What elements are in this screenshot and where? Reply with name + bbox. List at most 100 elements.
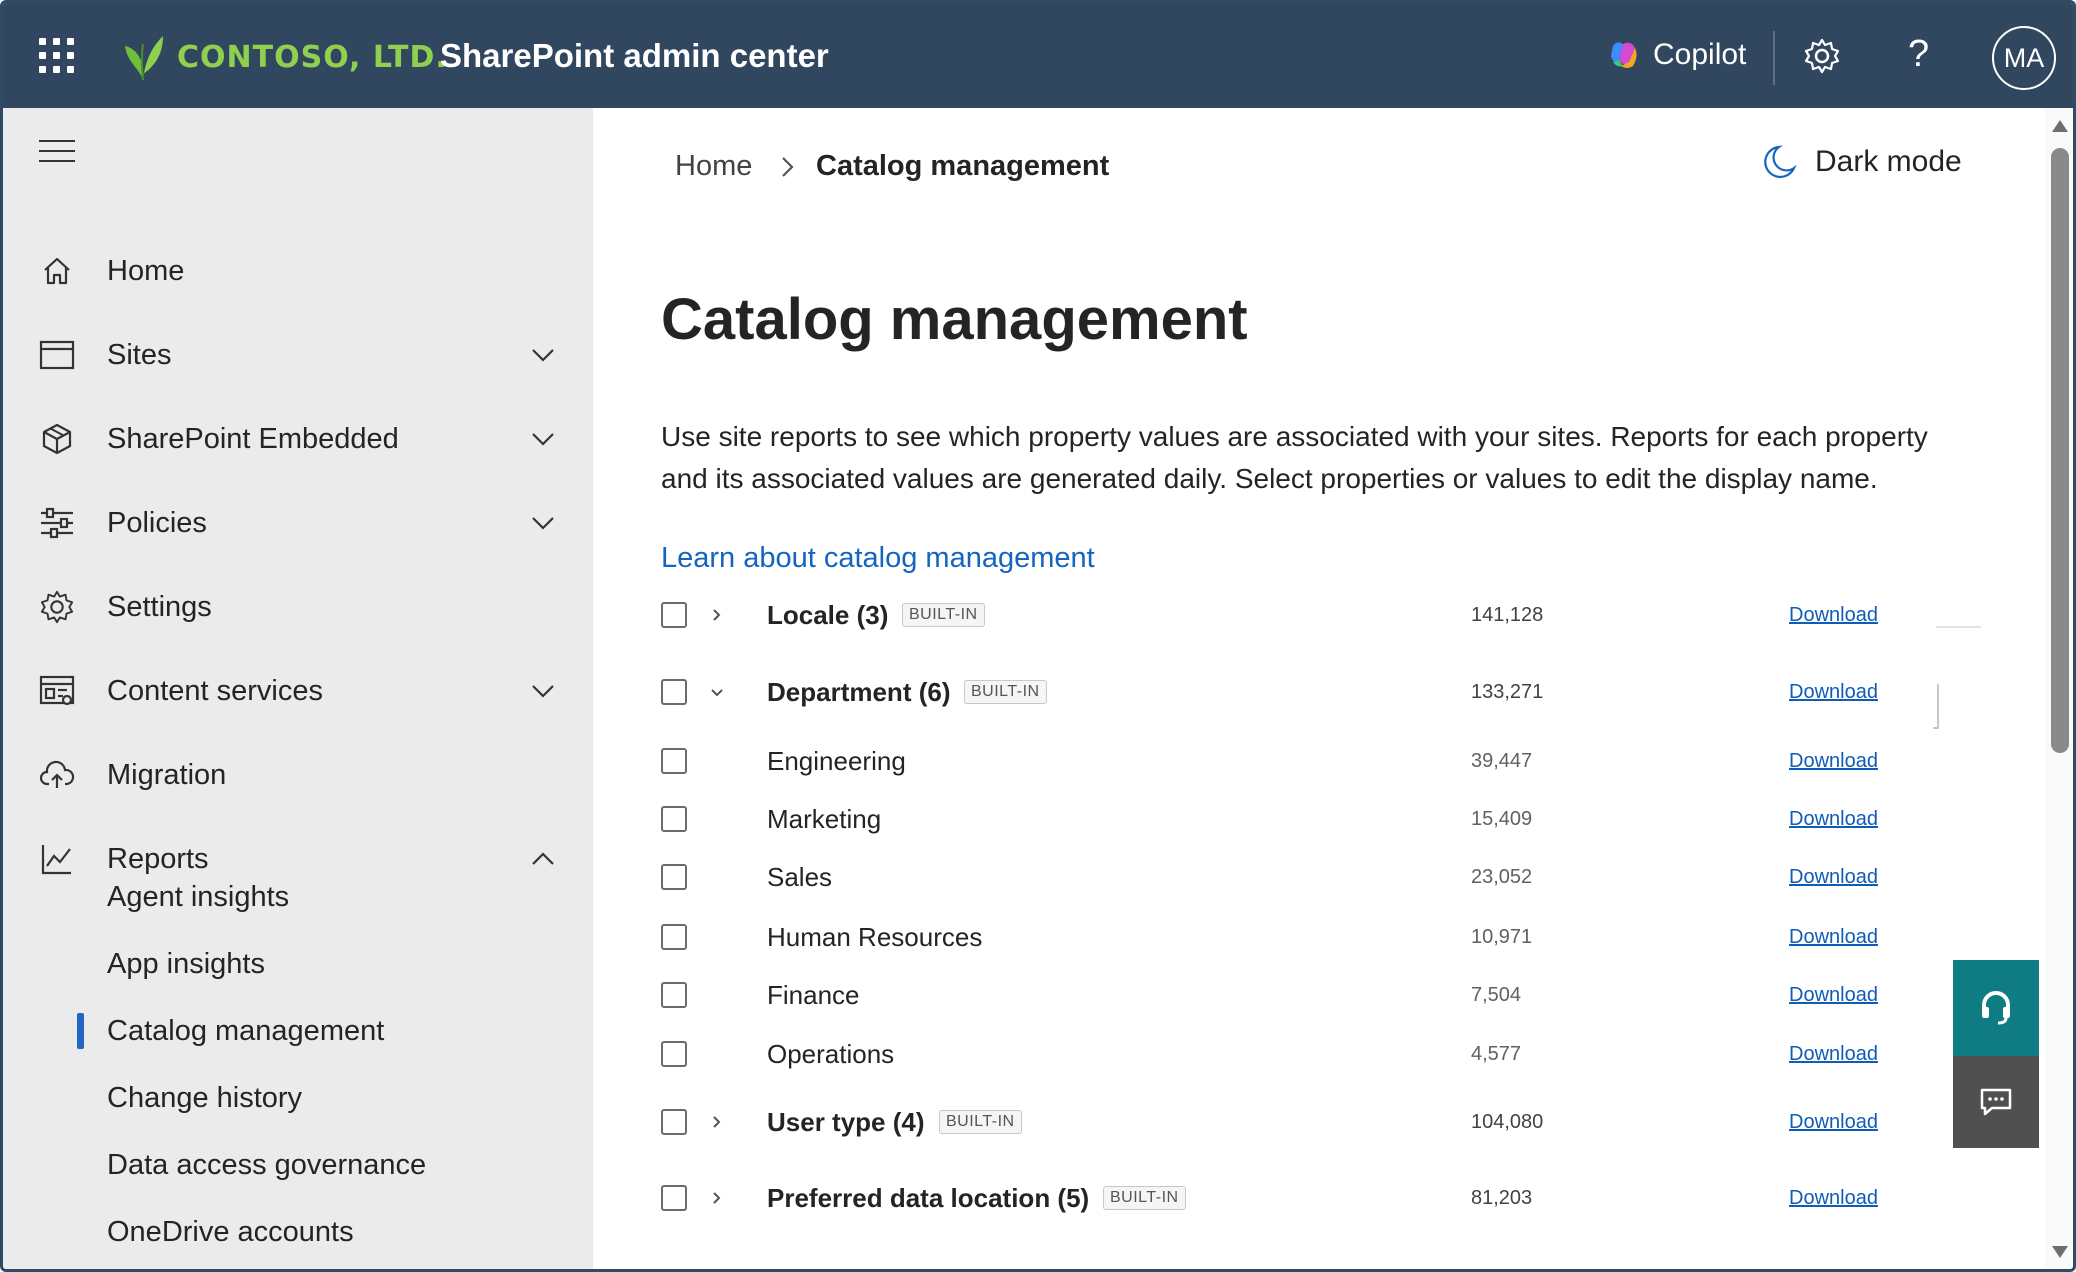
row-checkbox[interactable] [661,864,687,890]
nav-home[interactable]: Home [3,236,593,306]
nav-settings-label: Settings [107,590,212,623]
learn-more-link[interactable]: Learn about catalog management [661,542,1095,575]
chevron-down-icon[interactable] [528,340,558,370]
chevron-down-icon[interactable] [528,676,558,706]
policies-icon [37,503,77,543]
download-link[interactable]: Download [1789,681,1878,704]
row-checkbox[interactable] [661,924,687,950]
chevron-right-icon[interactable] [707,1188,727,1208]
scroll-down-arrow-icon[interactable] [2052,1246,2068,1258]
settings-button[interactable] [1803,37,1841,80]
row-checkbox[interactable] [661,1041,687,1067]
row-checkbox[interactable] [661,1109,687,1135]
download-link[interactable]: Download [1789,808,1878,831]
nav-data-access-governance[interactable]: Data access governance [107,1149,426,1182]
site-count: 4,577 [1471,1043,1522,1065]
nav-migration[interactable]: Migration [3,740,593,810]
value-row[interactable]: Finance 7,504 Download [593,970,2045,1020]
cube-icon [37,419,77,459]
row-checkbox[interactable] [661,748,687,774]
nav-sharepoint-embedded[interactable]: SharePoint Embedded [3,404,593,474]
gear-icon [37,587,77,627]
nav-app-insights[interactable]: App insights [107,948,265,981]
download-link[interactable]: Download [1789,1111,1878,1134]
download-link[interactable]: Download [1789,984,1878,1007]
property-name[interactable]: Department (6) [767,677,950,708]
value-name[interactable]: Sales [767,862,832,893]
breadcrumb-home[interactable]: Home [675,150,752,183]
value-row[interactable]: Human Resources 10,971 Download [593,912,2045,962]
row-checkbox[interactable] [661,806,687,832]
nav-change-history[interactable]: Change history [107,1082,302,1115]
value-row[interactable]: Operations 4,577 Download [593,1029,2045,1079]
help-support-button[interactable] [1953,960,2039,1056]
help-icon[interactable]: ? [1908,33,1929,76]
chevron-up-icon[interactable] [528,844,558,874]
value-name[interactable]: Engineering [767,746,906,777]
scroll-thumb[interactable] [2051,148,2069,753]
download-link[interactable]: Download [1789,926,1878,949]
scroll-up-arrow-icon[interactable] [2052,120,2068,132]
row-checkbox[interactable] [661,1185,687,1211]
value-row[interactable]: Marketing 15,409 Download [593,794,2045,844]
app-title[interactable]: SharePoint admin center [440,37,829,75]
value-name[interactable]: Marketing [767,804,881,835]
app-window: CONTOSO, LTD. SharePoint admin center Co… [0,0,2076,1272]
chevron-down-icon[interactable] [707,682,727,702]
chevron-down-icon[interactable] [528,508,558,538]
waffle-icon[interactable] [39,38,75,74]
chevron-down-icon[interactable] [528,424,558,454]
download-link[interactable]: Download [1789,1043,1878,1066]
copilot-button[interactable]: Copilot [1607,33,1746,77]
chevron-right-icon[interactable] [707,605,727,625]
dark-mode-toggle[interactable]: Dark mode [1763,144,1962,180]
property-row[interactable]: Preferred data location (5) BUILT-IN 81,20… [593,1173,2045,1223]
hamburger-menu-icon[interactable] [39,138,75,164]
row-checkbox[interactable] [661,982,687,1008]
feedback-button[interactable] [1953,1056,2039,1148]
active-indicator [77,1013,84,1049]
download-link[interactable]: Download [1789,1187,1878,1210]
org-logo[interactable]: CONTOSO, LTD. [121,29,448,85]
row-checkbox[interactable] [661,602,687,628]
avatar[interactable]: MA [1992,26,2056,90]
chevron-right-icon[interactable] [707,1112,727,1132]
vertical-scrollbar[interactable] [2045,108,2073,1269]
nav-policies[interactable]: Policies [3,488,593,558]
value-name[interactable]: Human Resources [767,922,982,953]
nav-content-services-label: Content services [107,674,323,707]
row-checkbox[interactable] [661,679,687,705]
value-row[interactable]: Engineering 39,447 Download [593,736,2045,786]
property-name[interactable]: Preferred data location (5) [767,1183,1089,1214]
property-row[interactable]: Department (6) BUILT-IN 133,271 Download [593,667,2045,717]
download-link[interactable]: Download [1789,866,1878,889]
download-link[interactable]: Download [1789,604,1878,627]
nav-home-label: Home [107,254,185,287]
property-row[interactable]: Locale (3) BUILT-IN 141,128 Download [593,590,2045,640]
download-link[interactable]: Download [1789,750,1878,773]
nav-reports[interactable]: Reports [3,824,593,894]
page-title: Catalog management [661,287,1248,352]
property-name[interactable]: User type (4) [767,1107,925,1138]
site-count: 141,128 [1471,604,1544,626]
header-divider [1773,31,1775,85]
property-name[interactable]: Locale (3) [767,600,888,631]
sites-icon [37,335,77,375]
nav-reports-label: Reports [107,842,209,875]
nav-agent-insights[interactable]: Agent insights [107,881,289,914]
nav-sites-label: Sites [107,338,172,371]
site-count: 104,080 [1471,1111,1544,1133]
nav-onedrive-accounts[interactable]: OneDrive accounts [107,1216,354,1249]
property-row[interactable]: User type (4) BUILT-IN 104,080 Download [593,1097,2045,1147]
value-name[interactable]: Operations [767,1039,894,1070]
nav-settings[interactable]: Settings [3,572,593,642]
value-name[interactable]: Finance [767,980,860,1011]
value-row[interactable]: Sales 23,052 Download [593,852,2045,902]
nav-policies-label: Policies [107,506,207,539]
page-description: Use site reports to see which property v… [661,421,1928,494]
nav-catalog-management[interactable]: Catalog management [107,1015,384,1048]
headset-icon [1982,991,2010,1025]
breadcrumb-current: Catalog management [816,150,1110,182]
nav-content-services[interactable]: Content services [3,656,593,726]
nav-sites[interactable]: Sites [3,320,593,390]
